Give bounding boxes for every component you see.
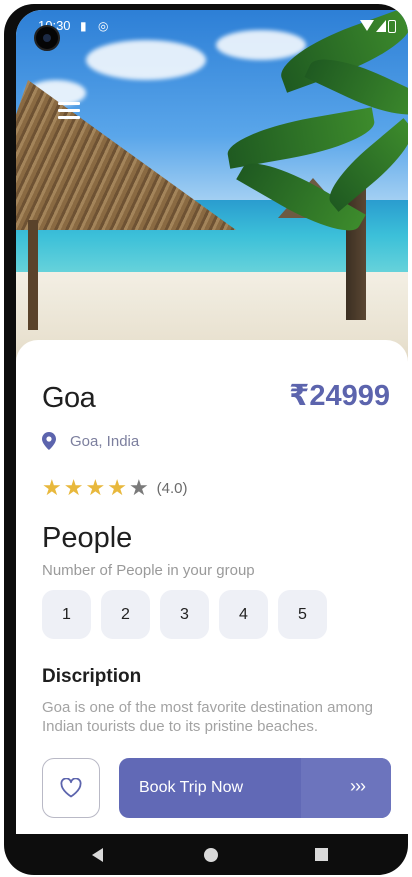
location-pin-icon	[42, 432, 56, 450]
people-option-3[interactable]: 3	[160, 590, 209, 639]
favorite-button[interactable]	[42, 758, 100, 818]
people-selector: 1 2 3 4 5	[42, 590, 337, 639]
menu-icon[interactable]	[58, 102, 80, 120]
book-trip-label: Book Trip Now	[139, 779, 244, 796]
star-icon: ★	[42, 475, 62, 500]
star-icon: ★	[107, 475, 127, 500]
status-bar: 10:30 ▮ ◎	[16, 10, 408, 38]
back-triangle-icon[interactable]	[92, 848, 103, 862]
front-camera	[34, 25, 60, 51]
destination-hero-image	[16, 10, 408, 370]
umbrella-pole	[28, 220, 38, 330]
phone-frame: 10:30 ▮ ◎ Goa ₹24999 Goa, India ★ ★ ★ ★	[4, 4, 408, 875]
location-text: Goa, India	[70, 432, 140, 450]
sync-icon: ◎	[98, 19, 109, 33]
book-trip-button[interactable]: Book Trip Now ›››	[119, 758, 391, 818]
signal-icon	[376, 20, 386, 32]
rating-value: (4.0)	[156, 479, 188, 497]
star-empty-icon: ★	[128, 475, 149, 500]
people-heading: People	[42, 522, 133, 554]
heart-icon	[60, 778, 82, 798]
star-icon: ★	[85, 475, 106, 500]
app-screen: 10:30 ▮ ◎ Goa ₹24999 Goa, India ★ ★ ★ ★	[16, 10, 408, 834]
rating-row: ★ ★ ★ ★ ★ (4.0)	[42, 477, 188, 499]
destination-title: Goa	[42, 382, 96, 414]
location-row: Goa, India	[42, 432, 139, 450]
people-option-2[interactable]: 2	[101, 590, 150, 639]
people-subtitle: Number of People in your group	[42, 562, 255, 579]
book-arrows-icon: ›››	[350, 776, 366, 796]
sd-card-icon: ▮	[80, 19, 87, 33]
wifi-icon	[360, 20, 374, 31]
cloud	[86, 40, 206, 80]
book-arrow-pad	[301, 758, 391, 818]
description-heading: Discription	[42, 666, 142, 687]
home-circle-icon[interactable]	[204, 848, 218, 862]
recent-square-icon[interactable]	[315, 848, 328, 861]
trip-details-card: Goa ₹24999 Goa, India ★ ★ ★ ★ ★ (4.0) Pe…	[16, 340, 408, 834]
star-icon: ★	[63, 475, 84, 500]
thatched-umbrella	[16, 80, 236, 230]
people-option-1[interactable]: 1	[42, 590, 91, 639]
people-option-5[interactable]: 5	[278, 590, 327, 639]
people-option-4[interactable]: 4	[219, 590, 268, 639]
description-text: Goa is one of the most favorite destinat…	[42, 699, 374, 735]
trip-price: ₹24999	[289, 380, 390, 412]
battery-icon	[388, 20, 396, 33]
system-nav-bar	[4, 834, 408, 875]
